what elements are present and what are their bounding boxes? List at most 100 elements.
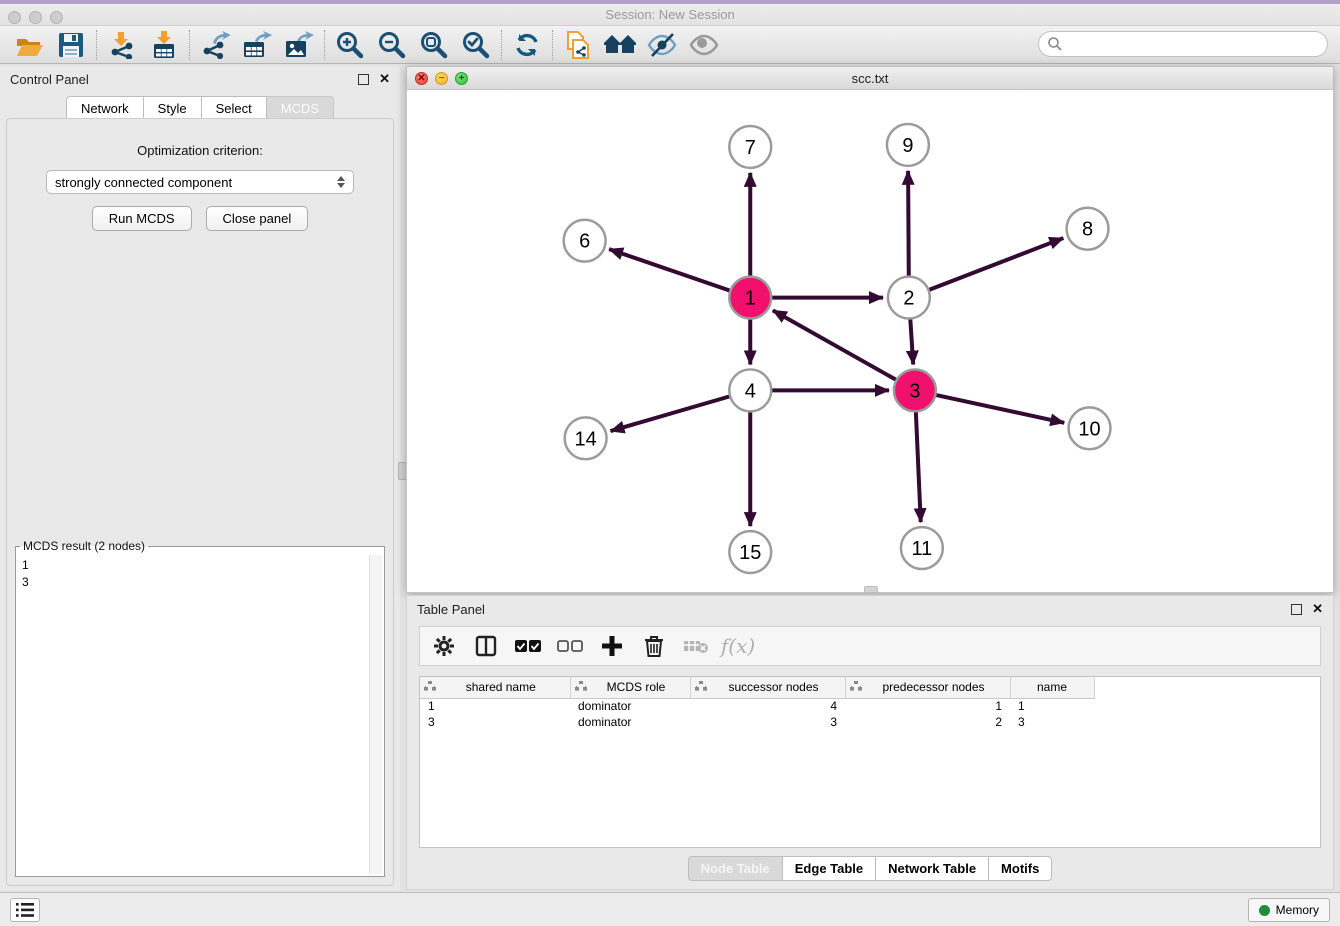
table-cell[interactable]: 3 [420,714,570,730]
close-table-panel-icon[interactable]: ✕ [1312,601,1323,617]
table-cell[interactable]: 3 [1010,714,1094,730]
column-header-label: shared name [436,680,566,694]
hide-selected-button[interactable] [641,28,683,62]
add-button[interactable] [598,632,626,660]
mcds-result-title: MCDS result (2 nodes) [20,539,148,553]
table-cell[interactable]: dominator [570,698,690,714]
close-window-button[interactable] [8,11,21,24]
refresh-button[interactable] [506,28,548,62]
tab-edge-table[interactable]: Edge Table [783,856,876,881]
table-row[interactable]: 3dominator323 [420,714,1094,730]
column-type-icon [850,680,862,694]
export-table-button[interactable] [236,28,278,62]
table-tabs: Node TableEdge TableNetwork TableMotifs [407,856,1333,881]
control-panel-title: Control Panel [10,72,89,87]
column-header-name[interactable]: name [1010,677,1094,698]
column-header-MCDS-role[interactable]: MCDS role [570,677,690,698]
save-session-icon [57,31,85,59]
criterion-dropdown[interactable]: strongly connected component [46,170,354,194]
copy-style-icon [564,30,592,60]
node-table[interactable]: shared name MCDS role successor nodes prede… [419,676,1321,848]
run-mcds-button[interactable]: Run MCDS [92,206,192,231]
copy-style-button[interactable] [557,28,599,62]
zoom-out-button[interactable] [371,28,413,62]
close-view-icon[interactable]: ✕ [415,72,428,85]
table-cell[interactable]: 3 [690,714,845,730]
zoom-selected-button[interactable] [455,28,497,62]
save-session-button[interactable] [50,28,92,62]
minimize-view-icon[interactable]: − [435,72,448,85]
select-all-button[interactable] [514,632,542,660]
home-layout-button[interactable] [599,28,641,62]
edge-3-10[interactable] [915,390,1064,422]
table-cell[interactable]: 1 [1010,698,1094,714]
edge-2-8[interactable] [909,238,1063,298]
tab-node-table[interactable]: Node Table [688,856,783,881]
settings-gear-icon [433,635,455,657]
close-panel-button[interactable]: Close panel [206,206,309,231]
function-builder-icon: f(x) [721,634,755,658]
export-network-icon [200,31,230,59]
close-panel-icon[interactable]: ✕ [379,71,390,87]
export-network-button[interactable] [194,28,236,62]
node-label-2: 2 [903,288,914,310]
memory-button[interactable]: Memory [1248,898,1330,922]
toolbar-separator [96,30,97,60]
function-builder-button[interactable]: f(x) [724,632,752,660]
mcds-result-list: 1 3 [18,555,368,874]
add-icon [601,635,623,657]
columns-button[interactable] [472,632,500,660]
delete-button[interactable] [640,632,668,660]
node-label-6: 6 [579,231,590,253]
table-row[interactable]: 1dominator411 [420,698,1094,714]
import-table-button[interactable] [143,28,185,62]
export-image-button[interactable] [278,28,320,62]
delete-column-button[interactable] [682,632,710,660]
zoom-view-icon[interactable]: + [455,72,468,85]
column-header-label: successor nodes [707,680,841,694]
table-cell[interactable]: 4 [690,698,845,714]
mcds-result-box: MCDS result (2 nodes) 1 3 [15,539,385,877]
task-history-button[interactable] [10,898,40,922]
mcds-panel: Optimization criterion: strongly connect… [6,118,394,886]
open-session-button[interactable] [8,28,50,62]
edge-3-1[interactable] [773,310,915,390]
window-title: Session: New Session [605,7,734,22]
network-view-title: scc.txt [852,71,889,86]
network-window-titlebar[interactable]: ✕ − + scc.txt [406,66,1334,90]
horizontal-divider-handle[interactable] [864,586,878,593]
float-table-panel-icon[interactable] [1291,604,1302,615]
table-cell[interactable]: 1 [420,698,570,714]
deselect-all-checkboxes-icon [557,639,583,653]
table-panel-title: Table Panel [417,602,485,617]
search-box[interactable] [1038,31,1328,57]
column-header-shared-name[interactable]: shared name [420,677,570,698]
maximize-window-button[interactable] [50,11,63,24]
edge-1-6[interactable] [609,249,750,297]
import-table-icon [150,31,178,59]
network-canvas-svg[interactable]: 7968124314101511 [406,90,1334,593]
result-scrollbar[interactable] [369,555,382,874]
node-label-9: 9 [902,135,913,157]
table-cell[interactable]: dominator [570,714,690,730]
hide-selected-icon [646,32,678,58]
column-header-successor-nodes[interactable]: successor nodes [690,677,845,698]
minimize-window-button[interactable] [29,11,42,24]
columns-icon [475,635,497,657]
deselect-all-button[interactable] [556,632,584,660]
tab-motifs[interactable]: Motifs [989,856,1052,881]
select-all-checkboxes-icon [515,639,541,653]
table-cell[interactable]: 2 [845,714,1010,730]
column-header-predecessor-nodes[interactable]: predecessor nodes [845,677,1010,698]
show-all-button[interactable] [683,28,725,62]
window-controls[interactable] [8,11,63,24]
float-panel-icon[interactable] [358,74,369,85]
search-input[interactable] [1063,37,1319,52]
toolbar-separator [324,30,325,60]
import-network-button[interactable] [101,28,143,62]
zoom-in-button[interactable] [329,28,371,62]
tab-network-table[interactable]: Network Table [876,856,989,881]
settings-gear-button[interactable] [430,632,458,660]
zoom-fit-button[interactable] [413,28,455,62]
table-cell[interactable]: 1 [845,698,1010,714]
